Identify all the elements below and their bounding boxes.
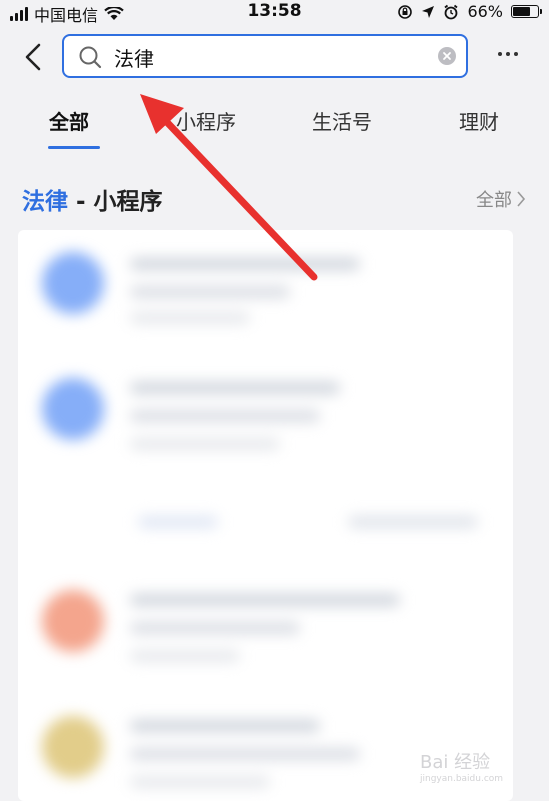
watermark-sub: jingyan.baidu.com	[420, 774, 504, 784]
tab-finance[interactable]: 理财	[459, 106, 499, 135]
tab-life-accounts[interactable]: 生活号	[312, 106, 372, 135]
search-box[interactable]	[62, 34, 468, 78]
item-title-line	[130, 382, 340, 394]
watermark: Bai 经验 jingyan.baidu.com	[420, 748, 503, 784]
results-card	[18, 230, 513, 801]
location-icon	[422, 5, 435, 18]
item-desc-line	[130, 410, 320, 422]
status-right: 66%	[397, 2, 542, 21]
section-more-label: 全部	[476, 190, 512, 211]
item-meta-line	[130, 438, 280, 450]
item-logo	[42, 252, 104, 314]
watermark-text: Bai 经验	[420, 752, 491, 773]
item-desc-line	[130, 748, 360, 760]
search-icon	[79, 46, 102, 69]
section-title: 法律 - 小程序	[22, 182, 163, 216]
section-title-rest: - 小程序	[68, 189, 163, 215]
section-keyword: 法律	[22, 189, 68, 215]
list-item-actions	[18, 490, 513, 550]
section-more-link[interactable]: 全部	[476, 186, 526, 212]
list-item[interactable]	[18, 356, 513, 476]
rotation-lock-icon	[398, 4, 413, 19]
list-item[interactable]	[18, 230, 513, 350]
item-desc-line	[130, 622, 300, 634]
active-tab-indicator	[48, 146, 100, 149]
item-meta-line	[130, 312, 250, 324]
item-logo	[42, 378, 104, 440]
item-desc-line	[130, 286, 290, 298]
battery-icon	[511, 5, 542, 18]
item-meta-line	[130, 776, 270, 788]
chevron-right-icon	[517, 191, 526, 207]
item-title-line	[130, 258, 360, 270]
tab-mini-programs[interactable]: 小程序	[176, 106, 236, 135]
item-action-line	[138, 516, 218, 528]
tab-all[interactable]: 全部	[49, 106, 89, 135]
item-logo	[42, 590, 104, 652]
alarm-icon	[444, 4, 458, 19]
item-action-line	[348, 516, 478, 528]
item-title-line	[130, 720, 320, 732]
more-options-icon[interactable]	[498, 52, 518, 56]
clear-icon[interactable]	[438, 47, 456, 65]
status-bar: 中国电信 13:58 66%	[0, 0, 549, 25]
battery-percent: 66%	[467, 2, 503, 21]
search-input[interactable]	[112, 36, 416, 78]
list-item[interactable]	[18, 568, 513, 688]
item-meta-line	[130, 650, 240, 662]
back-arrow-icon[interactable]	[22, 42, 46, 72]
item-title-line	[130, 594, 400, 606]
item-logo	[42, 716, 104, 778]
